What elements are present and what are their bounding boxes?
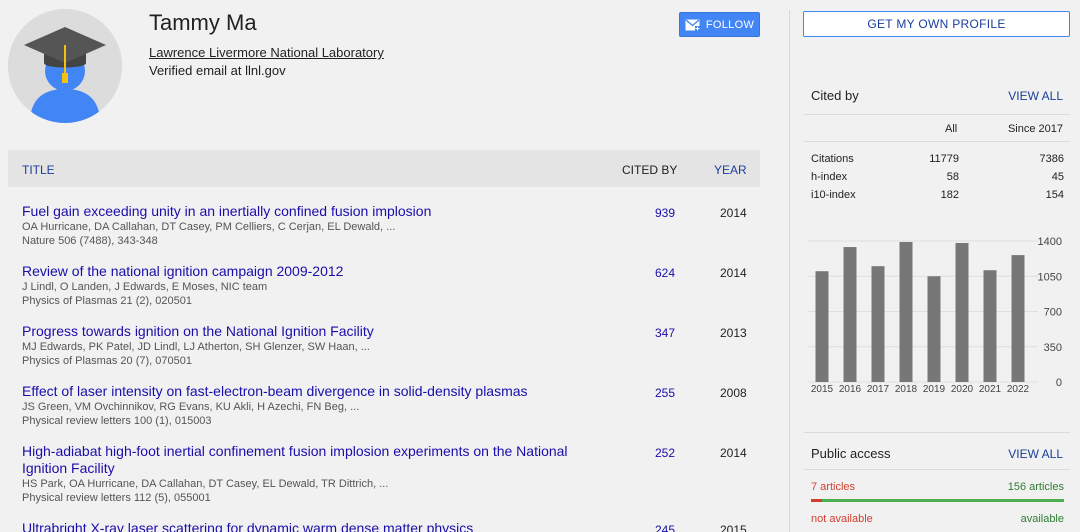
cited-count-link[interactable]: 624 bbox=[648, 266, 675, 280]
publication-year: 2014 bbox=[720, 266, 747, 280]
publication-year: 2008 bbox=[720, 386, 747, 400]
x-tick-label: 2020 bbox=[951, 384, 974, 395]
public-access-bar bbox=[811, 499, 1064, 502]
y-tick-label: 350 bbox=[1044, 342, 1062, 354]
public-access-divider-2 bbox=[804, 469, 1070, 470]
cited-by-header: CITED BY bbox=[622, 163, 678, 177]
profile-affiliation-link[interactable]: Lawrence Livermore National Laboratory bbox=[149, 45, 384, 60]
citation-bar-2021[interactable] bbox=[983, 270, 997, 382]
y-tick-label: 1050 bbox=[1038, 271, 1062, 283]
sort-by-title[interactable]: TITLE bbox=[22, 163, 55, 177]
stat-since: 45 bbox=[1051, 171, 1064, 183]
x-tick-label: 2022 bbox=[1007, 384, 1030, 395]
publication-title-link[interactable]: Progress towards ignition on the Nationa… bbox=[22, 323, 582, 340]
get-my-own-profile-button[interactable]: GET MY OWN PROFILE bbox=[803, 11, 1070, 37]
available-label: available bbox=[1020, 513, 1064, 525]
stat-all: 182 bbox=[940, 189, 959, 201]
cited-by-view-all-link[interactable]: VIEW ALL bbox=[1000, 89, 1063, 103]
publication-title-link[interactable]: Review of the national ignition campaign… bbox=[22, 263, 582, 280]
publication-venue: Physical review letters 100 (1), 015003 bbox=[22, 415, 212, 427]
stat-label: i10-index bbox=[811, 189, 856, 201]
stat-since: 154 bbox=[1045, 189, 1064, 201]
publication-year: 2015 bbox=[720, 523, 747, 532]
follow-envelope-icon bbox=[685, 19, 700, 31]
publication-title-link[interactable]: Fuel gain exceeding unity in an inertial… bbox=[22, 203, 582, 220]
cited-count-link[interactable]: 252 bbox=[648, 446, 675, 460]
col-since: Since 2017 bbox=[1007, 123, 1063, 135]
public-access-divider bbox=[804, 432, 1070, 433]
cited-count-link[interactable]: 939 bbox=[648, 206, 675, 220]
cited-count-link[interactable]: 255 bbox=[648, 386, 675, 400]
publication-venue: Nature 506 (7488), 343-348 bbox=[22, 235, 158, 247]
publication-title-link[interactable]: Ultrabright X-ray laser scattering for d… bbox=[22, 520, 582, 532]
citation-bar-2020[interactable] bbox=[955, 243, 969, 382]
publication-authors: J Lindl, O Landen, J Edwards, E Moses, N… bbox=[22, 281, 268, 293]
citation-bar-2018[interactable] bbox=[899, 242, 913, 382]
sort-by-year[interactable]: YEAR bbox=[714, 163, 747, 177]
x-tick-label: 2017 bbox=[867, 384, 890, 395]
publication-venue: Physics of Plasmas 20 (7), 070501 bbox=[22, 355, 192, 367]
publication-year: 2014 bbox=[720, 206, 747, 220]
publication-title-link[interactable]: High-adiabat high-foot inertial confinem… bbox=[22, 443, 582, 477]
follow-label: FOLLOW bbox=[705, 18, 755, 31]
profile-name: Tammy Ma bbox=[149, 10, 257, 35]
stat-all: 58 bbox=[946, 171, 959, 183]
publication-year: 2014 bbox=[720, 446, 747, 460]
avatar-graduate-icon bbox=[8, 9, 122, 123]
public-access-title: Public access bbox=[811, 446, 891, 461]
not-available-label: not available bbox=[811, 513, 873, 525]
not-available-count: 7 articles bbox=[811, 481, 856, 493]
citation-bar-2022[interactable] bbox=[1011, 255, 1025, 382]
citation-bar-2017[interactable] bbox=[871, 266, 885, 382]
stat-label: h-index bbox=[811, 171, 848, 183]
publication-venue: Physics of Plasmas 21 (2), 020501 bbox=[22, 295, 192, 307]
y-tick-label: 1400 bbox=[1038, 236, 1062, 248]
publication-authors: HS Park, OA Hurricane, DA Callahan, DT C… bbox=[22, 478, 389, 490]
cited-by-stats-header: All Since 2017 bbox=[804, 114, 1070, 142]
publication-authors: MJ Edwards, PK Patel, JD Lindl, LJ Ather… bbox=[22, 341, 370, 353]
y-tick-label: 700 bbox=[1044, 307, 1062, 319]
x-tick-label: 2021 bbox=[979, 384, 1002, 395]
publication-venue: Physical review letters 112 (5), 055001 bbox=[22, 492, 211, 504]
column-divider bbox=[789, 10, 790, 532]
publications-table-header: TITLE CITED BY YEAR bbox=[8, 150, 760, 187]
publication-title-link[interactable]: Effect of laser intensity on fast-electr… bbox=[22, 383, 582, 400]
follow-button[interactable]: FOLLOW bbox=[679, 12, 760, 37]
cited-by-title: Cited by bbox=[811, 88, 859, 103]
x-tick-label: 2018 bbox=[895, 384, 918, 395]
stats-row-h-index: h-index 58 45 bbox=[811, 171, 1064, 185]
stats-row-i10-index: i10-index 182 154 bbox=[811, 189, 1064, 203]
citation-bar-2016[interactable] bbox=[843, 247, 857, 382]
publication-year: 2013 bbox=[720, 326, 747, 340]
publication-authors: OA Hurricane, DA Callahan, DT Casey, PM … bbox=[22, 221, 396, 233]
public-access-view-all-link[interactable]: VIEW ALL bbox=[1000, 447, 1063, 461]
stat-all: 11779 bbox=[929, 153, 959, 165]
stats-row-citations: Citations 11779 7386 bbox=[811, 153, 1064, 167]
citation-bar-2019[interactable] bbox=[927, 276, 941, 382]
cited-count-link[interactable]: 347 bbox=[648, 326, 675, 340]
citations-chart-svg: 0 350 700 1050 1400 2015 2016 2017 2018 2019 2020 2… bbox=[808, 236, 1062, 395]
x-tick-label: 2016 bbox=[839, 384, 862, 395]
y-tick-label: 0 bbox=[1056, 377, 1062, 389]
x-tick-label: 2015 bbox=[811, 384, 834, 395]
not-available-fill bbox=[811, 499, 822, 502]
available-count: 156 articles bbox=[1007, 481, 1064, 493]
x-tick-label: 2019 bbox=[923, 384, 946, 395]
stat-label: Citations bbox=[811, 153, 854, 165]
publication-authors: JS Green, VM Ovchinnikov, RG Evans, KU A… bbox=[22, 401, 360, 413]
col-all: All bbox=[945, 123, 958, 135]
cited-count-link[interactable]: 245 bbox=[648, 523, 675, 532]
profile-avatar bbox=[8, 9, 122, 123]
profile-email: Verified email at llnl.gov bbox=[149, 63, 286, 78]
citation-bar-2015[interactable] bbox=[815, 271, 829, 382]
stat-since: 7386 bbox=[1039, 153, 1064, 165]
citations-per-year-chart: 0 350 700 1050 1400 2015 2016 2017 2018 2019 2020 2… bbox=[804, 232, 1070, 396]
